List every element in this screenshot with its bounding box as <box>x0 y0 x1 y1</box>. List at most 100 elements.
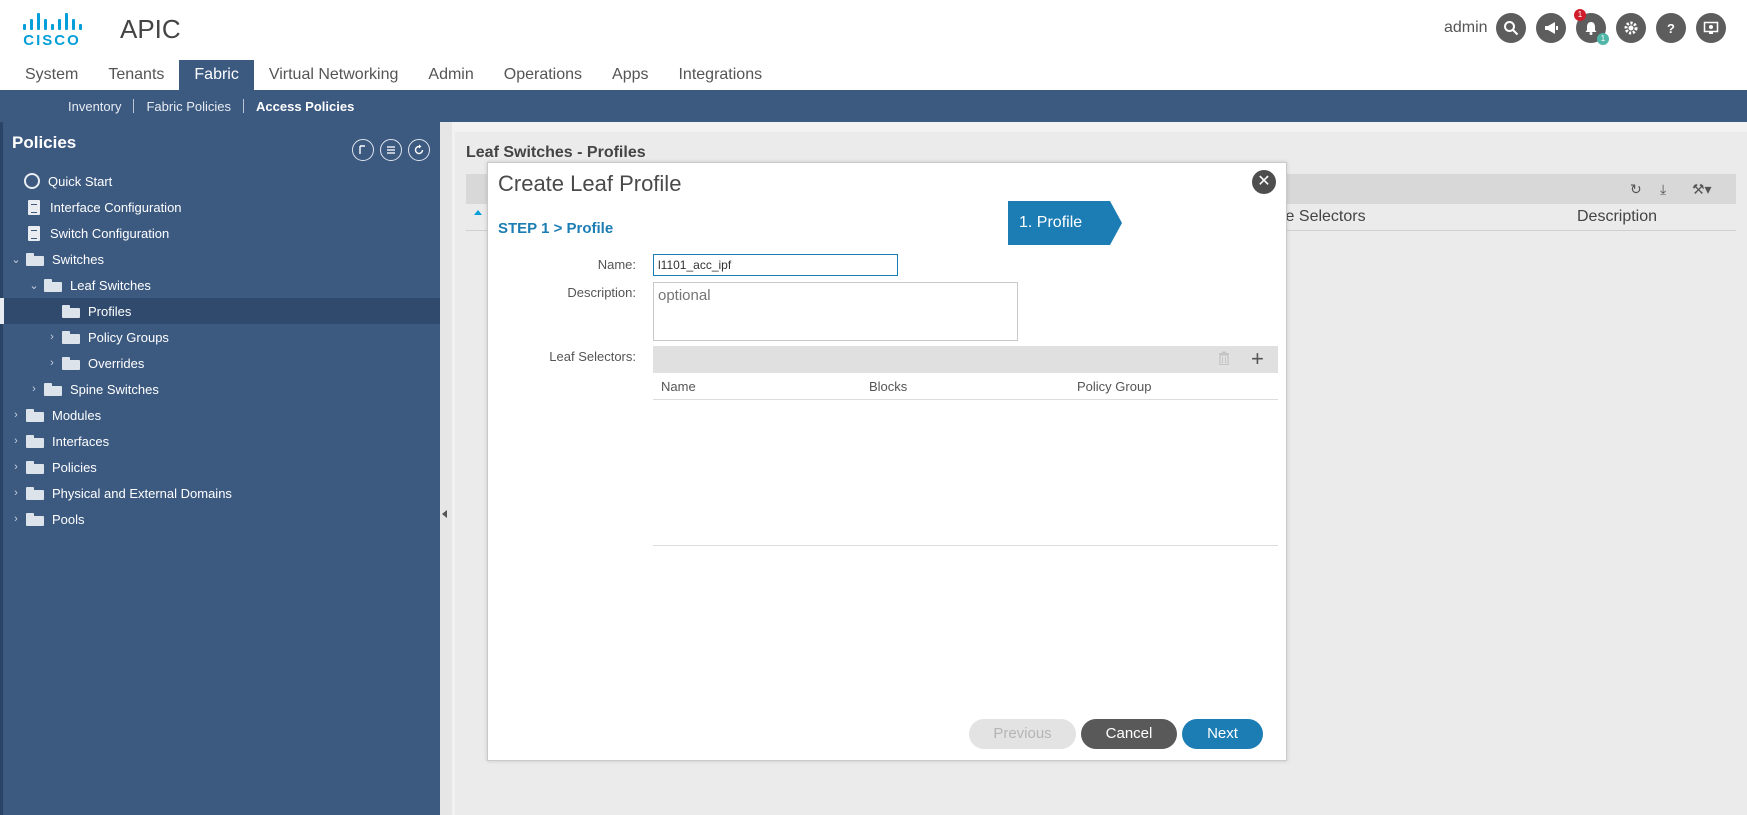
sidebar-splitter[interactable] <box>440 122 452 815</box>
tab-fabric[interactable]: Fabric <box>179 60 254 90</box>
tree-item-physical-and-external-domains[interactable]: › Physical and External Domains <box>0 480 440 506</box>
wizard-step-profile[interactable]: 1. Profile <box>1008 201 1122 245</box>
monitor-icon[interactable] <box>1696 13 1726 43</box>
folder-icon <box>26 486 44 500</box>
gear-icon[interactable] <box>1616 13 1646 43</box>
tree-item-label: Policies <box>52 459 97 475</box>
download-icon[interactable]: ⤓ <box>1660 181 1666 198</box>
sort-arrow-icon[interactable] <box>474 210 482 215</box>
column-header-description[interactable]: Description <box>1577 208 1657 226</box>
column-header-policy-group[interactable]: Policy Group <box>1077 379 1151 394</box>
subnav-inventory[interactable]: Inventory <box>56 99 133 114</box>
chevron-down-icon[interactable]: ⌄ <box>28 279 40 292</box>
tab-apps[interactable]: Apps <box>597 60 663 90</box>
cisco-logo-text: CISCO <box>23 32 81 49</box>
column-header-leaf-selectors[interactable]: le Selectors <box>1282 208 1366 226</box>
column-header-blocks[interactable]: Blocks <box>869 379 907 394</box>
tree-item-policies[interactable]: › Policies <box>0 454 440 480</box>
refresh-icon[interactable] <box>408 139 430 161</box>
alert-count-badge: 1 <box>1574 9 1586 21</box>
chevron-right-icon[interactable]: › <box>46 357 58 369</box>
folder-icon <box>62 330 80 344</box>
help-icon[interactable]: ? <box>1656 13 1686 43</box>
name-field[interactable] <box>653 254 898 276</box>
folder-icon <box>62 304 80 318</box>
dialog-title: Create Leaf Profile <box>498 171 682 196</box>
next-button[interactable]: Next <box>1182 719 1263 749</box>
tree-item-switch-configuration[interactable]: Switch Configuration <box>0 220 440 246</box>
tree-item-interface-configuration[interactable]: Interface Configuration <box>0 194 440 220</box>
wizard-step-associations[interactable]: 2. Associations <box>1098 201 1278 245</box>
chevron-right-icon[interactable]: › <box>10 513 22 525</box>
tree-item-label: Overrides <box>88 355 145 371</box>
quick-start-tool-icon[interactable] <box>352 139 374 161</box>
tree-item-modules[interactable]: › Modules <box>0 402 440 428</box>
chevron-right-icon[interactable]: › <box>10 435 22 447</box>
create-leaf-profile-dialog: Create Leaf Profile ✕ STEP 1 > Profile 2… <box>487 162 1287 761</box>
tools-menu-icon[interactable]: ⚒▾ <box>1692 181 1712 198</box>
policy-tree: Quick Start Interface Configuration Swit… <box>0 168 440 532</box>
cisco-logo[interactable]: CISCO <box>22 12 82 49</box>
subnav-fabric-policies[interactable]: Fabric Policies <box>134 99 243 114</box>
tab-tenants[interactable]: Tenants <box>93 60 179 90</box>
sub-navigation: Inventory Fabric Policies Access Policie… <box>0 90 1747 122</box>
chevron-right-icon[interactable]: › <box>46 331 58 343</box>
chevron-right-icon[interactable]: › <box>10 409 22 421</box>
tree-item-quick-start[interactable]: Quick Start <box>0 168 440 194</box>
folder-icon <box>26 460 44 474</box>
tree-item-leaf-switches[interactable]: ⌄ Leaf Switches <box>0 272 440 298</box>
subnav-access-policies[interactable]: Access Policies <box>244 99 366 114</box>
main-tabs: System Tenants Fabric Virtual Networking… <box>10 60 777 90</box>
chevron-right-icon[interactable]: › <box>10 461 22 473</box>
notification-count-badge: 1 <box>1597 33 1609 45</box>
chevron-down-icon[interactable]: ⌄ <box>10 253 22 266</box>
tree-item-interfaces[interactable]: › Interfaces <box>0 428 440 454</box>
list-view-icon[interactable] <box>380 139 402 161</box>
tree-item-spine-switches[interactable]: › Spine Switches <box>0 376 440 402</box>
previous-button[interactable]: Previous <box>969 719 1076 749</box>
tab-operations[interactable]: Operations <box>489 60 597 90</box>
search-icon[interactable] <box>1496 13 1526 43</box>
tree-item-label: Policy Groups <box>88 329 169 345</box>
table-header-divider <box>653 399 1278 400</box>
refresh-icon[interactable]: ↻ <box>1630 181 1642 198</box>
tree-item-label: Switches <box>52 251 105 267</box>
close-icon[interactable]: ✕ <box>1252 170 1276 194</box>
policies-sidebar: Policies Quick Start Interface Configura… <box>0 122 440 815</box>
user-name[interactable]: admin <box>1444 19 1488 37</box>
folder-icon <box>44 382 62 396</box>
cancel-button[interactable]: Cancel <box>1081 719 1177 749</box>
add-icon[interactable]: + <box>1251 347 1264 371</box>
tab-virtual-networking[interactable]: Virtual Networking <box>254 60 414 90</box>
column-header-name[interactable]: Name <box>661 379 696 394</box>
chevron-right-icon[interactable]: › <box>10 487 22 499</box>
page-title: Leaf Switches - Profiles <box>466 144 646 161</box>
folder-icon <box>26 252 44 266</box>
megaphone-icon[interactable] <box>1536 13 1566 43</box>
tree-item-switches[interactable]: ⌄ Switches <box>0 246 440 272</box>
tab-integrations[interactable]: Integrations <box>663 60 777 90</box>
collapse-arrow-icon[interactable] <box>442 510 447 518</box>
folder-icon <box>26 434 44 448</box>
app-title: APIC <box>120 14 181 44</box>
bell-icon[interactable]: 1 1 <box>1574 9 1609 45</box>
tab-admin[interactable]: Admin <box>413 60 488 90</box>
tree-item-label: Spine Switches <box>70 381 159 397</box>
tree-item-label: Interface Configuration <box>50 199 182 215</box>
tree-item-profiles[interactable]: Profiles <box>0 298 440 324</box>
tree-item-policy-groups[interactable]: › Policy Groups <box>0 324 440 350</box>
svg-text:?: ? <box>1667 21 1675 36</box>
tree-item-label: Interfaces <box>52 433 110 449</box>
description-field[interactable] <box>653 282 1018 341</box>
tree-item-label: Physical and External Domains <box>52 485 232 501</box>
top-header: CISCO APIC admin 1 1 ? System Tenants Fa… <box>0 0 1747 90</box>
folder-icon <box>26 512 44 526</box>
table-bottom-divider <box>653 545 1278 546</box>
tree-item-overrides[interactable]: › Overrides <box>0 350 440 376</box>
wizard-steps: 2. Associations 1. Profile <box>1008 201 1278 245</box>
tree-item-pools[interactable]: › Pools <box>0 506 440 532</box>
cisco-logo-bars <box>22 12 82 30</box>
tab-system[interactable]: System <box>10 60 93 90</box>
trash-icon[interactable] <box>1218 351 1232 367</box>
chevron-right-icon[interactable]: › <box>28 383 40 395</box>
